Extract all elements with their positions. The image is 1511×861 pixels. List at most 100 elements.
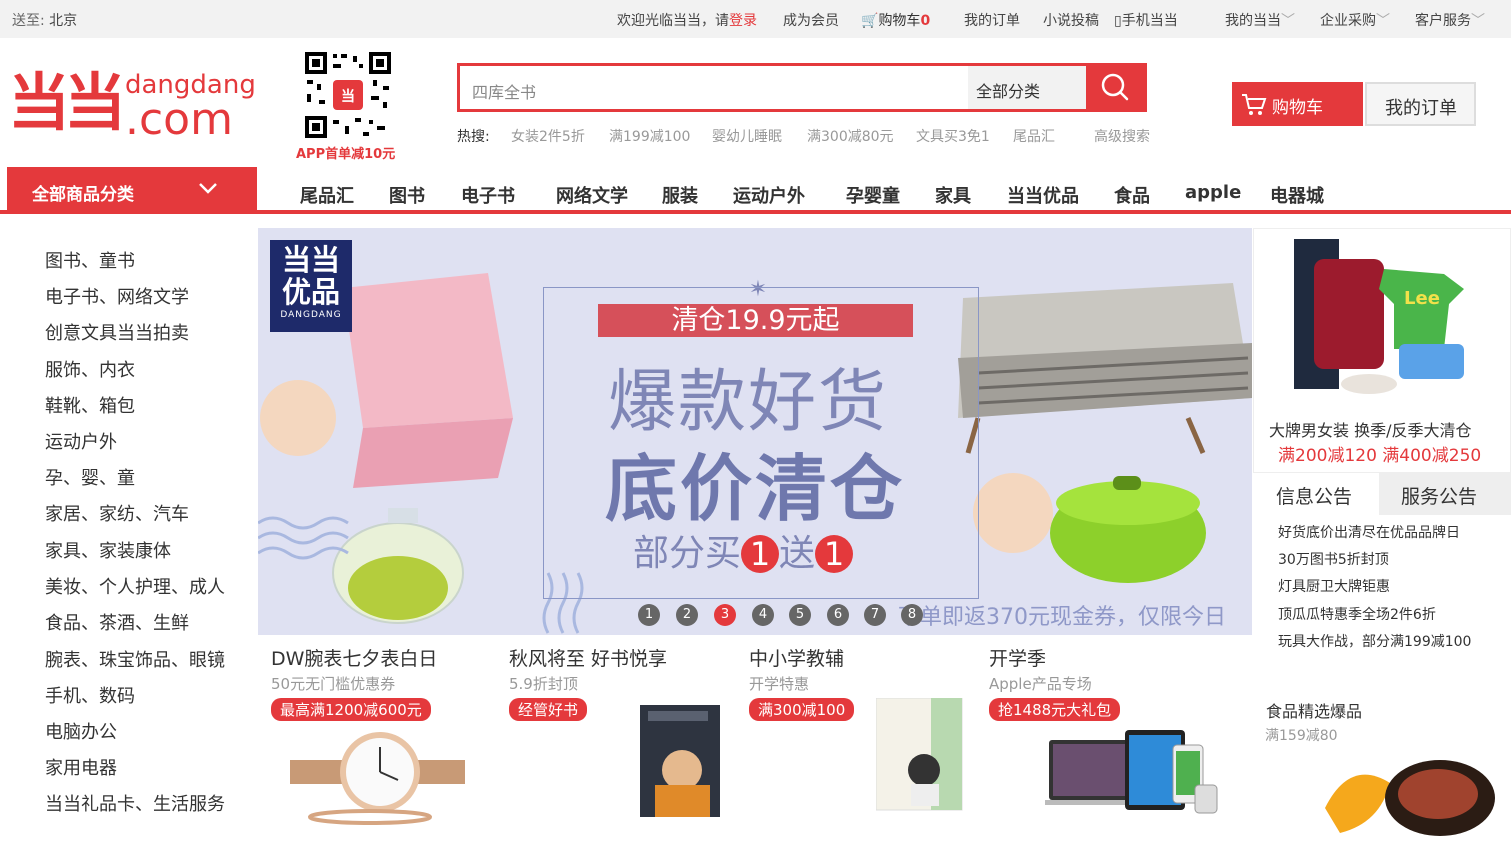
nav-item[interactable]: 网络文学 <box>556 182 628 208</box>
nav-item[interactable]: 孕婴童 <box>846 182 900 208</box>
promo-subtitle: 5.9折封顶 <box>509 675 578 693</box>
notice-item[interactable]: 30万图书5折封顶 <box>1278 549 1389 569</box>
category-item[interactable]: 服饰、内衣 <box>45 356 135 382</box>
promo-textbooks[interactable]: 中小学教辅 开学特惠 满300减100 <box>749 644 855 721</box>
search-bar: 四库全书 全部分类 <box>457 63 1147 112</box>
nav-item[interactable]: 电器城 <box>1270 182 1324 208</box>
carousel-dot[interactable]: 8 <box>901 604 923 626</box>
dangdang-logo[interactable]: 当当 dangdang .com <box>8 68 256 143</box>
hot-link[interactable]: 满300减80元 <box>807 126 894 146</box>
category-item[interactable]: 电子书、网络文学 <box>45 283 189 309</box>
category-item[interactable]: 美妆、个人护理、成人 <box>45 573 225 599</box>
service-menu[interactable]: 客户服务﹀ <box>1415 10 1485 30</box>
top-cart-link[interactable]: 🛒购物车0 <box>861 10 930 30</box>
watch-image <box>290 732 465 825</box>
search-category-select[interactable]: 全部分类 <box>968 66 1088 109</box>
qr-label: APP首单减10元 <box>296 147 396 162</box>
tab-service[interactable]: 服务公告 <box>1379 473 1511 515</box>
category-item[interactable]: 家居、家纺、汽车 <box>45 500 189 526</box>
mobile-link[interactable]: ▯手机当当 <box>1114 10 1178 30</box>
qr-code-icon[interactable]: 当 <box>303 50 393 140</box>
login-link[interactable]: 登录 <box>729 13 757 29</box>
clothing-ad[interactable]: Lee 大牌男女装 换季/反季大清仓 满200减120 满400减250 <box>1253 228 1511 473</box>
category-item[interactable]: 家具、家装康体 <box>45 537 171 563</box>
nav-item[interactable]: 当当优品 <box>1007 182 1079 208</box>
nav-item[interactable]: apple <box>1185 182 1241 203</box>
ad-title: 大牌男女装 换季/反季大清仓 <box>1269 421 1472 440</box>
clothing-image: Lee <box>1294 239 1464 394</box>
phone-icon: ▯ <box>1114 13 1122 29</box>
nav-item[interactable]: 家具 <box>935 182 971 208</box>
notice-tabs: 信息公告 服务公告 <box>1253 473 1511 515</box>
deliver-city[interactable]: 北京 <box>49 13 77 29</box>
carousel-dot[interactable]: 2 <box>676 604 698 626</box>
carousel-dot[interactable]: 4 <box>752 604 774 626</box>
advanced-search-link[interactable]: 高级搜索 <box>1094 126 1150 146</box>
banner-headline: 底价清仓 <box>605 447 906 531</box>
all-categories-button[interactable]: 全部商品分类 <box>7 167 257 212</box>
carousel-dot[interactable]: 5 <box>789 604 811 626</box>
hot-link[interactable]: 尾品汇 <box>1013 126 1055 146</box>
my-orders-link[interactable]: 我的订单 <box>964 10 1020 30</box>
category-item[interactable]: 食品、茶酒、生鲜 <box>45 609 189 635</box>
carousel-dot[interactable]: 6 <box>827 604 849 626</box>
novel-link[interactable]: 小说投稿 <box>1043 10 1099 30</box>
promo-title: 开学季 <box>989 648 1047 670</box>
hot-link[interactable]: 文具买3免1 <box>916 126 990 146</box>
category-item[interactable]: 图书、童书 <box>45 247 135 273</box>
cart-icon <box>1242 94 1267 115</box>
category-item[interactable]: 创意文具当当拍卖 <box>45 319 189 345</box>
search-button[interactable] <box>1086 66 1144 109</box>
nav-item[interactable]: 电子书 <box>461 182 515 208</box>
food-subtitle: 满159减80 <box>1265 728 1338 744</box>
cart-button[interactable]: 购物车 <box>1232 82 1363 126</box>
category-item[interactable]: 当当礼品卡、生活服务 <box>45 790 225 816</box>
hero-banner[interactable]: ✶ 当当 优品 DANGDANG 清仓19.9元起 爆款好货 底价清仓 部分买 1… <box>258 228 1252 635</box>
nav-item[interactable]: 服装 <box>662 182 698 208</box>
hot-link[interactable]: 婴幼儿睡眠 <box>712 126 782 146</box>
hot-link[interactable]: 满199减100 <box>609 126 690 146</box>
food-title[interactable]: 食品精选爆品 <box>1266 698 1362 722</box>
promo-title: 中小学教辅 <box>749 648 845 670</box>
promo-subtitle: 开学特惠 <box>749 675 810 693</box>
nav-item[interactable]: 运动户外 <box>733 182 805 208</box>
tab-notice[interactable]: 信息公告 <box>1253 473 1379 515</box>
notice-item[interactable]: 好货底价出清尽在优品品牌日 <box>1278 522 1460 542</box>
banner-offer: 部分买 1 送 1 <box>633 524 854 576</box>
nav-item[interactable]: 尾品汇 <box>300 182 354 208</box>
category-item[interactable]: 孕、婴、童 <box>45 464 135 490</box>
category-item[interactable]: 家用电器 <box>45 754 117 780</box>
member-link[interactable]: 成为会员 <box>783 10 839 30</box>
category-item[interactable]: 腕表、珠宝饰品、眼镜 <box>45 646 225 672</box>
category-item[interactable]: 电脑办公 <box>45 718 117 744</box>
category-item[interactable]: 运动户外 <box>45 428 117 454</box>
carousel-dot-active[interactable]: 3 <box>714 604 736 626</box>
carousel-dot[interactable]: 1 <box>638 604 660 626</box>
banner-tag: 清仓19.9元起 <box>598 304 913 337</box>
welcome-text: 欢迎光临当当，请登录 <box>617 13 757 29</box>
notice-item[interactable]: 灯具厨卫大牌钜惠 <box>1278 576 1390 596</box>
hot-link[interactable]: 女装2件5折 <box>511 126 585 146</box>
svg-text:当: 当 <box>341 88 355 105</box>
brand-badge: 当当 优品 DANGDANG <box>270 240 352 332</box>
search-input[interactable]: 四库全书 <box>472 79 536 103</box>
promo-apple[interactable]: 开学季 Apple产品专场 抢1488元大礼包 <box>989 644 1121 721</box>
carousel-dot[interactable]: 7 <box>864 604 886 626</box>
nav-item[interactable]: 图书 <box>389 182 425 208</box>
chevron-down-icon: ﹀ <box>1376 13 1390 29</box>
notice-item[interactable]: 顶瓜瓜特惠季全场2件6折 <box>1278 604 1436 624</box>
my-dangdang-menu[interactable]: 我的当当﹀ <box>1225 10 1295 30</box>
food-image[interactable] <box>1320 748 1500 838</box>
promo-watch[interactable]: DW腕表七夕表白日 50元无门槛优惠券 最高满1200减600元 <box>271 644 437 721</box>
top-bar: 送至: 北京 欢迎光临当当，请登录 成为会员 🛒购物车0 我的订单 小说投稿 ▯… <box>0 0 1511 38</box>
enterprise-menu[interactable]: 企业采购﹀ <box>1320 10 1390 30</box>
deliver-label: 送至: <box>12 13 45 29</box>
promo-subtitle: Apple产品专场 <box>989 675 1092 693</box>
notice-item[interactable]: 玩具大作战，部分满199减100 <box>1278 631 1471 651</box>
book-image <box>640 705 720 817</box>
delivery-location[interactable]: 送至: 北京 <box>12 10 77 30</box>
category-item[interactable]: 鞋靴、箱包 <box>45 392 135 418</box>
category-item[interactable]: 手机、数码 <box>45 682 135 708</box>
my-orders-button[interactable]: 我的订单 <box>1365 82 1476 126</box>
nav-item[interactable]: 食品 <box>1114 182 1150 208</box>
